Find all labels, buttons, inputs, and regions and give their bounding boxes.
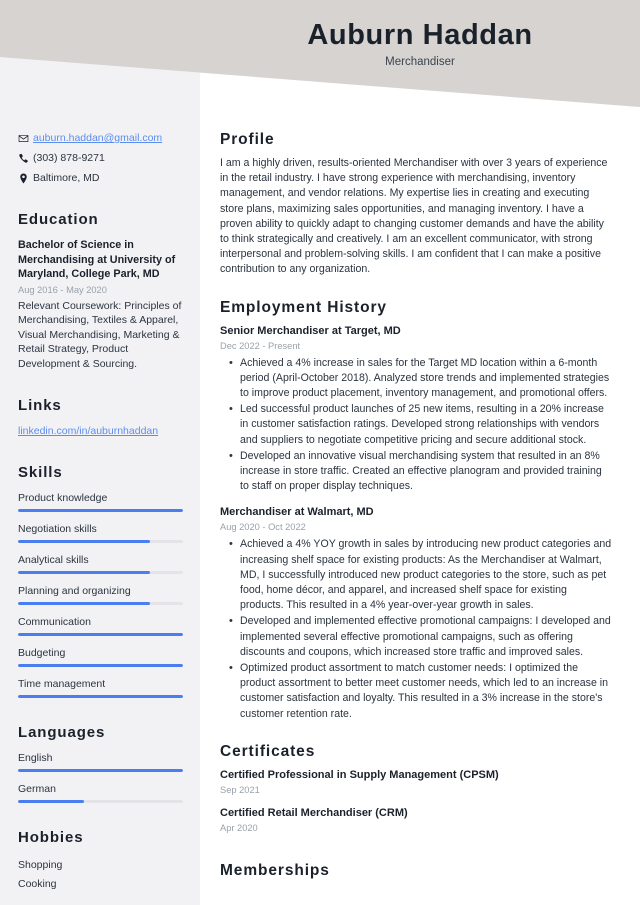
employment-bullet: Achieved a 4% YOY growth in sales by int…	[229, 537, 612, 613]
hobby-item: Cooking	[18, 878, 57, 890]
language-level-track	[18, 769, 183, 772]
skill: Planning and organizing	[18, 584, 183, 605]
contact-value: (303) 878-9271	[33, 152, 105, 164]
certificate-name: Certified Retail Merchandiser (CRM)	[220, 806, 408, 819]
skill-label: Analytical skills	[18, 554, 89, 566]
skill-level-fill	[18, 540, 150, 543]
language: German	[18, 782, 183, 803]
profile-heading: Profile	[220, 131, 275, 148]
certificate-date: Apr 2020	[220, 822, 258, 833]
certificate-entry: Certified Professional in Supply Managem…	[220, 768, 612, 797]
certificates-heading: Certificates	[220, 742, 316, 760]
hobbies-list: Shopping Cooking	[18, 856, 183, 894]
skill-level-track	[18, 664, 183, 667]
certificate-entry: Certified Retail Merchandiser (CRM) Apr 2…	[220, 806, 612, 835]
hobby-item: Shopping	[18, 859, 63, 871]
skill: Negotiation skills	[18, 522, 183, 543]
skill: Budgeting	[18, 646, 183, 667]
skill-level-fill	[18, 633, 183, 636]
skill: Time management	[18, 677, 183, 698]
contact-row[interactable]: auburn.haddan@gmail.com	[18, 132, 183, 145]
skill-level-track	[18, 695, 183, 698]
links-heading: Links	[18, 397, 62, 414]
memberships-heading: Memberships	[220, 861, 330, 879]
skill-label: Negotiation skills	[18, 523, 97, 535]
employment-list: Senior Merchandiser at Target, MD Dec 202…	[220, 324, 612, 722]
skill: Analytical skills	[18, 553, 183, 574]
languages-list: English German	[18, 751, 183, 803]
skill-label: Communication	[18, 616, 91, 628]
language-label: English	[18, 752, 53, 764]
skill-level-track	[18, 602, 183, 605]
employment-bullet: Developed and implemented effective prom…	[229, 614, 612, 660]
certificate-name: Certified Professional in Supply Managem…	[220, 768, 499, 781]
skill-level-fill	[18, 571, 150, 574]
contact-value[interactable]: auburn.haddan@gmail.com	[33, 132, 162, 145]
language-label: German	[18, 783, 56, 795]
employment-date: Dec 2022 - Present	[220, 340, 301, 351]
skill-label: Time management	[18, 678, 106, 690]
envelope-icon	[18, 133, 33, 144]
contact-row: (303) 878-9271	[18, 152, 183, 165]
certificate-date: Sep 2021	[220, 784, 260, 795]
employment-title: Senior Merchandiser at Target, MD	[220, 324, 401, 337]
skills-heading: Skills	[18, 464, 63, 481]
education-heading: Education	[18, 211, 99, 228]
employment-bullet: Developed an innovative visual merchandi…	[229, 449, 612, 495]
main-content: Profile I am a highly driven, results-or…	[200, 0, 640, 905]
employment-bullets: Achieved a 4% increase in sales for the …	[220, 356, 612, 495]
skills-list: Product knowledge Negotiation skills Analy…	[18, 491, 183, 698]
employment-title: Merchandiser at Walmart, MD	[220, 506, 374, 519]
phone-icon	[18, 153, 33, 164]
education-description: Relevant Coursework: Principles of Merch…	[18, 299, 182, 370]
employment-heading: Employment History	[220, 298, 387, 316]
skill-level-fill	[18, 664, 183, 667]
certificates-section: Certificates Certified Professional in S…	[220, 742, 612, 835]
links-list: linkedin.com/in/auburnhaddan	[18, 424, 183, 438]
sidebar: auburn.haddan@gmail.com (303) 878-9271 Bal…	[0, 0, 200, 905]
skill-label: Planning and organizing	[18, 585, 131, 597]
language-level-track	[18, 800, 183, 803]
profile-text: I am a highly driven, results-oriented M…	[220, 157, 608, 276]
skill: Product knowledge	[18, 491, 183, 512]
contact-list: auburn.haddan@gmail.com (303) 878-9271 Bal…	[18, 132, 183, 185]
education-entry: Bachelor of Science in Merchandising at …	[18, 238, 183, 371]
skill-level-fill	[18, 602, 150, 605]
employment-entry: Senior Merchandiser at Target, MD Dec 202…	[220, 324, 612, 495]
skill-level-fill	[18, 509, 183, 512]
employment-bullets: Achieved a 4% YOY growth in sales by int…	[220, 537, 612, 721]
employment-entry: Merchandiser at Walmart, MD Aug 2020 - Oc…	[220, 505, 612, 721]
skill-label: Product knowledge	[18, 492, 108, 504]
education-date: Aug 2016 - May 2020	[18, 284, 107, 295]
location-pin-icon	[18, 173, 33, 184]
profile-link[interactable]: linkedin.com/in/auburnhaddan	[18, 424, 183, 438]
language-level-fill	[18, 800, 84, 803]
language: English	[18, 751, 183, 772]
contact-value: Baltimore, MD	[33, 172, 100, 184]
employment-bullet: Achieved a 4% increase in sales for the …	[229, 356, 612, 402]
education-degree: Bachelor of Science in Merchandising at …	[18, 239, 176, 280]
resume-page: Auburn Haddan Merchandiser auburn.haddan…	[0, 0, 640, 905]
profile-section: Profile I am a highly driven, results-or…	[220, 130, 612, 278]
skill-level-track	[18, 509, 183, 512]
employment-date: Aug 2020 - Oct 2022	[220, 522, 306, 533]
skill-level-track	[18, 633, 183, 636]
employment-bullet: Optimized product assortment to match cu…	[229, 661, 612, 722]
skill-label: Budgeting	[18, 647, 66, 659]
skill-level-fill	[18, 695, 183, 698]
certificates-list: Certified Professional in Supply Managem…	[220, 768, 612, 835]
memberships-section: Memberships	[220, 861, 612, 880]
hobbies-heading: Hobbies	[18, 829, 84, 846]
skill: Communication	[18, 615, 183, 636]
language-level-fill	[18, 769, 183, 772]
employment-bullet: Led successful product launches of 25 ne…	[229, 402, 612, 448]
languages-heading: Languages	[18, 724, 106, 741]
skill-level-track	[18, 571, 183, 574]
employment-section: Employment History Senior Merchandiser a…	[220, 298, 612, 722]
contact-row: Baltimore, MD	[18, 172, 183, 185]
skill-level-track	[18, 540, 183, 543]
